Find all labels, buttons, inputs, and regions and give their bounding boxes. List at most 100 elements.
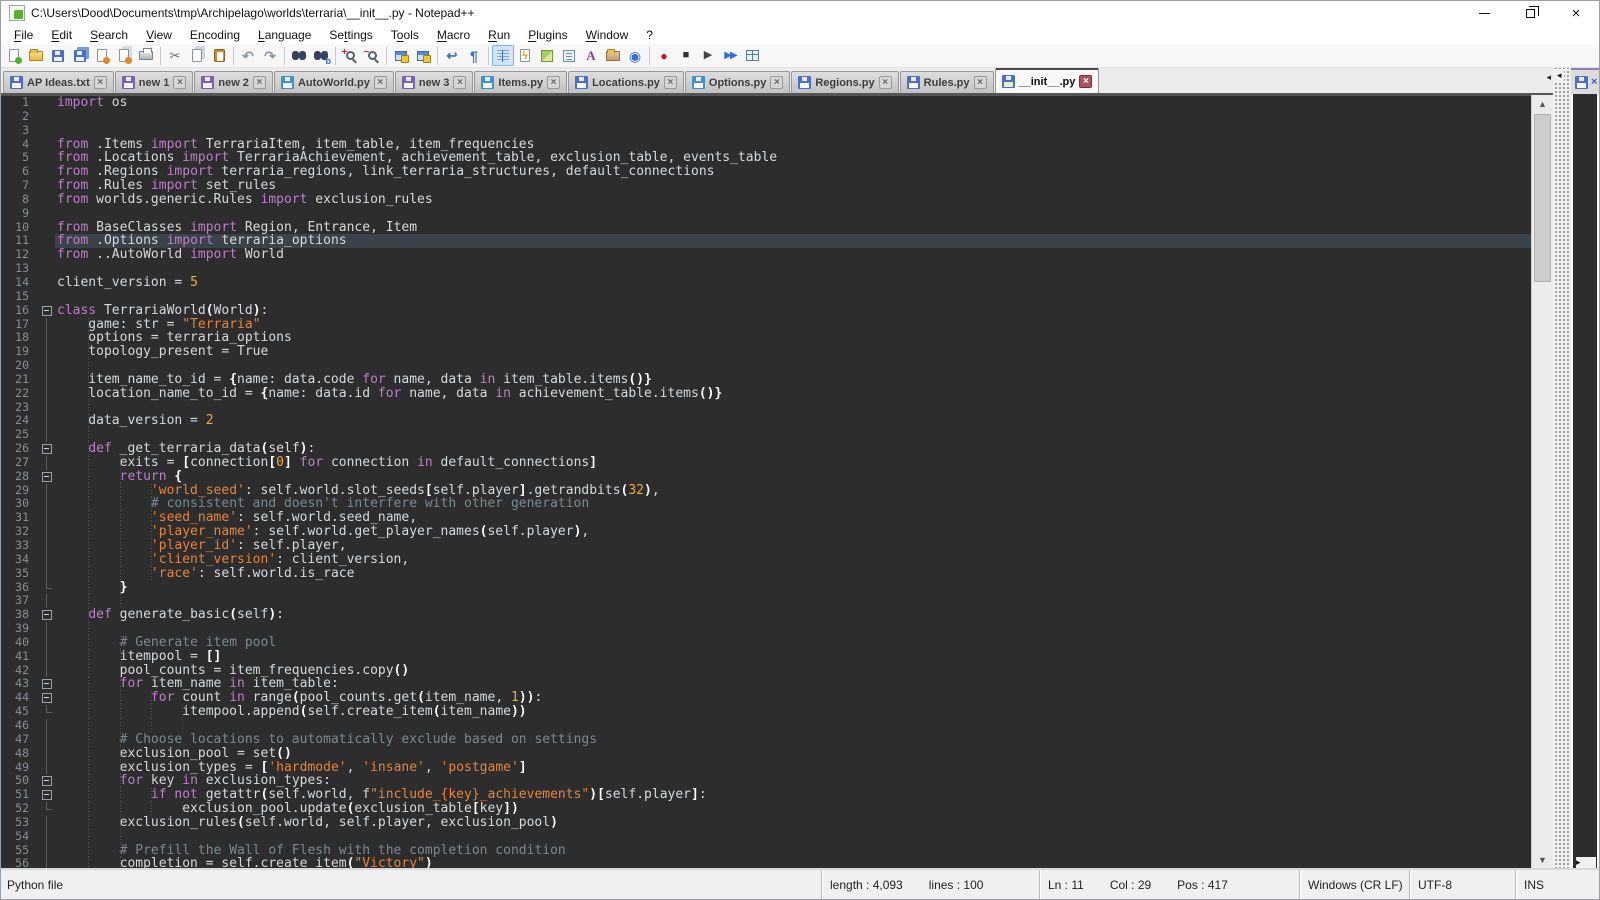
menu-macro[interactable]: Macro (428, 27, 479, 43)
tab-items-py[interactable]: Items.py× (474, 71, 567, 93)
tab-new-1[interactable]: new 1× (115, 71, 194, 93)
replace-icon[interactable]: b (310, 45, 332, 66)
code-line-9[interactable]: 9 (1, 207, 1531, 221)
tab-close-icon[interactable]: × (1079, 75, 1092, 88)
code-line-40[interactable]: 40 # Generate item pool (1, 636, 1531, 650)
menu-view[interactable]: View (137, 27, 181, 43)
scroll-down-icon[interactable]: ▼ (1532, 851, 1553, 868)
paste-icon[interactable] (208, 45, 230, 66)
code-line-53[interactable]: 53 exclusion_rules(self.world, self.play… (1, 816, 1531, 830)
menu-encoding[interactable]: Encoding (181, 27, 249, 43)
code-line-20[interactable]: 20 (1, 359, 1531, 373)
code-line-15[interactable]: 15 (1, 290, 1531, 304)
sync-vertical-scroll-icon[interactable] (390, 45, 412, 66)
close-all-icon[interactable] (113, 45, 135, 66)
code-line-51[interactable]: 51 if not getattr(self.world, f"include_… (1, 788, 1531, 802)
tab-locations-py[interactable]: Locations.py× (568, 71, 684, 93)
code-line-23[interactable]: 23 (1, 401, 1531, 415)
code-line-48[interactable]: 48 exclusion_pool = set() (1, 747, 1531, 761)
code-line-27[interactable]: 27 exits = [connection[0] for connection… (1, 456, 1531, 470)
code-line-24[interactable]: 24 data_version = 2 (1, 414, 1531, 428)
menu-run[interactable]: Run (479, 27, 519, 43)
status-encoding[interactable]: UTF-8 (1409, 870, 1515, 899)
second-view-close-icon[interactable]: × (1591, 76, 1597, 88)
save-all-icon[interactable] (69, 45, 91, 66)
macro-stop-icon[interactable]: ■ (675, 45, 697, 66)
code-line-28[interactable]: 28 return { (1, 470, 1531, 484)
tab--init-py[interactable]: __init__.py× (995, 68, 1100, 93)
code-line-14[interactable]: 14client_version = 5 (1, 276, 1531, 290)
code-line-36[interactable]: 36 } (1, 581, 1531, 595)
tab-scroll-left-icon[interactable]: ◂ (1546, 72, 1551, 83)
fold-collapse-icon[interactable] (39, 788, 55, 802)
folder-as-workspace-icon[interactable] (602, 45, 624, 66)
menu-file[interactable]: File (5, 27, 42, 43)
splitter-arrow-icon[interactable]: ◂ (1555, 70, 1564, 81)
code-line-31[interactable]: 31 'seed_name': self.world.seed_name, (1, 511, 1531, 525)
code-line-49[interactable]: 49 exclusion_types = ['hardmode', 'insan… (1, 761, 1531, 775)
code-line-8[interactable]: 8from worlds.generic.Rules import exclus… (1, 193, 1531, 207)
menu-plugins[interactable]: Plugins (519, 27, 576, 43)
fold-collapse-icon[interactable] (39, 691, 55, 705)
menu-edit[interactable]: Edit (42, 27, 81, 43)
macro-play-icon[interactable]: ▶ (697, 45, 719, 66)
code-line-22[interactable]: 22 location_name_to_id = {name: data.id … (1, 387, 1531, 401)
code-line-33[interactable]: 33 'player_id': self.player, (1, 539, 1531, 553)
code-line-54[interactable]: 54 (1, 830, 1531, 844)
code-line-39[interactable]: 39 (1, 622, 1531, 636)
code-line-43[interactable]: 43 for item_name in item_table: (1, 677, 1531, 691)
copy-icon[interactable] (186, 45, 208, 66)
macro-save-icon[interactable] (741, 45, 763, 66)
show-indent-guide-icon[interactable] (492, 45, 514, 66)
macro-run-multiple-icon[interactable]: ▶▶ (719, 45, 741, 66)
menu-[interactable]: ? (637, 27, 662, 43)
new-file-icon[interactable] (3, 45, 25, 66)
restore-button[interactable] (1507, 1, 1553, 25)
code-line-2[interactable]: 2 (1, 110, 1531, 124)
zoom-in-icon[interactable]: + (339, 45, 361, 66)
monitoring-icon[interactable]: ◉ (624, 45, 646, 66)
code-line-25[interactable]: 25 (1, 428, 1531, 442)
show-all-characters-icon[interactable]: ¶ (463, 45, 485, 66)
tab-close-icon[interactable]: × (453, 76, 466, 89)
tab-options-py[interactable]: Options.py× (685, 71, 790, 93)
menu-search[interactable]: Search (81, 27, 137, 43)
define-language-icon[interactable]: A (580, 45, 602, 66)
vertical-scrollbar[interactable]: ▲ ▼ (1531, 95, 1553, 868)
code-line-16[interactable]: 16class TerrariaWorld(World): (1, 304, 1531, 318)
word-wrap-icon[interactable]: ↩ (441, 45, 463, 66)
menu-language[interactable]: Language (249, 27, 320, 43)
code-editor[interactable]: 1import os234from .Items import Terraria… (1, 95, 1531, 868)
tab-close-icon[interactable]: × (547, 76, 560, 89)
tab-close-icon[interactable]: × (94, 76, 107, 89)
menu-settings[interactable]: Settings (320, 27, 381, 43)
code-line-52[interactable]: 52 exclusion_pool.update(exclusion_table… (1, 802, 1531, 816)
code-line-38[interactable]: 38 def generate_basic(self): (1, 608, 1531, 622)
fold-collapse-icon[interactable] (39, 608, 55, 622)
tab-autoworld-py[interactable]: AutoWorld.py× (274, 71, 394, 93)
tab-close-icon[interactable]: × (879, 76, 892, 89)
scroll-up-icon[interactable]: ▲ (1532, 95, 1553, 112)
code-line-34[interactable]: 34 'client_version': client_version, (1, 553, 1531, 567)
fold-collapse-icon[interactable] (39, 774, 55, 788)
tab-close-icon[interactable]: × (253, 76, 266, 89)
code-line-18[interactable]: 18 options = terraria_options (1, 331, 1531, 345)
code-line-5[interactable]: 5from .Locations import TerrariaAchievem… (1, 151, 1531, 165)
tab-close-icon[interactable]: × (173, 76, 186, 89)
tab-close-icon[interactable]: × (374, 76, 387, 89)
code-line-30[interactable]: 30 # consistent and doesn't interfere wi… (1, 497, 1531, 511)
document-map-icon[interactable] (536, 45, 558, 66)
redo-icon[interactable]: ↷ (259, 45, 281, 66)
code-line-47[interactable]: 47 # Choose locations to automatically e… (1, 733, 1531, 747)
fold-collapse-icon[interactable] (39, 442, 55, 456)
code-line-4[interactable]: 4from .Items import TerrariaItem, item_t… (1, 138, 1531, 152)
code-line-50[interactable]: 50 for key in exclusion_types: (1, 774, 1531, 788)
tab-close-icon[interactable]: × (974, 76, 987, 89)
tab-ap-ideas-txt[interactable]: AP Ideas.txt× (3, 71, 114, 93)
minimize-button[interactable] (1461, 1, 1507, 25)
tab-new-2[interactable]: new 2× (194, 71, 273, 93)
zoom-out-icon[interactable]: − (361, 45, 383, 66)
menu-tools[interactable]: Tools (382, 27, 428, 43)
code-line-45[interactable]: 45 itempool.append(self.create_item(item… (1, 705, 1531, 719)
fold-collapse-icon[interactable] (39, 470, 55, 484)
